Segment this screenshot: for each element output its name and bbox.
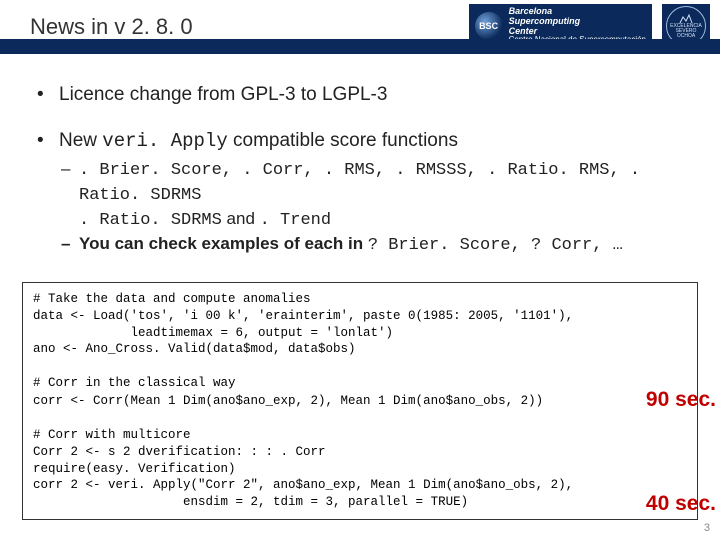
timing-label-90: 90 sec. [646, 388, 716, 412]
sub-bullet-examples: You can check examples of each in ? Brie… [59, 233, 690, 258]
slide-header: News in v 2. 8. 0 BSC Barcelona Supercom… [0, 0, 720, 54]
header-accent-bar [0, 39, 720, 54]
code-block: # Take the data and compute anomalies da… [22, 282, 698, 520]
bullet-veriapply: New veri. Apply compatible score functio… [55, 130, 690, 258]
page-title: News in v 2. 8. 0 [30, 14, 193, 40]
page-number: 3 [704, 522, 710, 534]
timing-label-40: 40 sec. [646, 492, 716, 516]
sub-bullet-functions: . Brier. Score, . Corr, . RMS, . RMSSS, … [59, 158, 690, 208]
slide-body: Licence change from GPL-3 to LGPL-3 New … [0, 54, 720, 258]
bsc-logo-icon: BSC [475, 12, 503, 40]
bullet-licence: Licence change from GPL-3 to LGPL-3 [55, 84, 690, 106]
